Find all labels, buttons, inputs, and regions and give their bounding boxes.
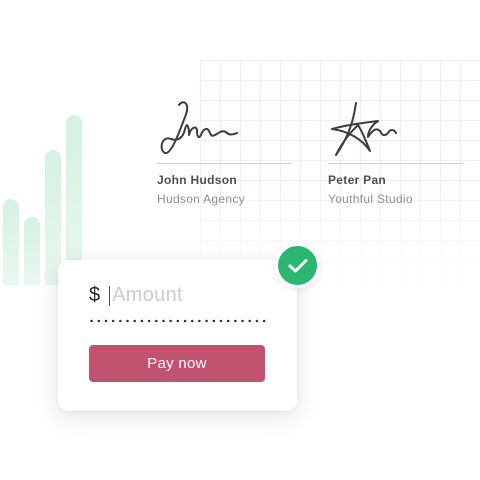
amount-input[interactable]	[112, 284, 253, 307]
success-badge	[275, 243, 320, 288]
payment-card: $ Pay now	[58, 260, 297, 411]
signer-company: Hudson Agency	[157, 192, 245, 206]
signature-line	[157, 163, 292, 164]
dotted-underline	[88, 319, 268, 323]
text-caret	[109, 285, 111, 306]
amount-row: $	[89, 284, 253, 307]
signer-peter-pan: Peter Pan Youthful Studio	[328, 95, 463, 206]
signature-peter-pan	[331, 102, 397, 156]
bar-graphic	[0, 0, 100, 300]
signature-line	[328, 163, 463, 164]
signer-name: John Hudson	[157, 173, 237, 187]
currency-symbol: $	[89, 284, 101, 306]
checkmark-icon	[288, 258, 307, 272]
pay-now-button[interactable]: Pay now	[89, 345, 265, 382]
signer-company: Youthful Studio	[328, 192, 413, 206]
signature-john-hudson	[160, 101, 238, 154]
signer-name: Peter Pan	[328, 173, 387, 187]
bar-2	[24, 217, 40, 285]
bar-1	[3, 199, 19, 285]
signer-john-hudson: John Hudson Hudson Agency	[157, 95, 292, 206]
